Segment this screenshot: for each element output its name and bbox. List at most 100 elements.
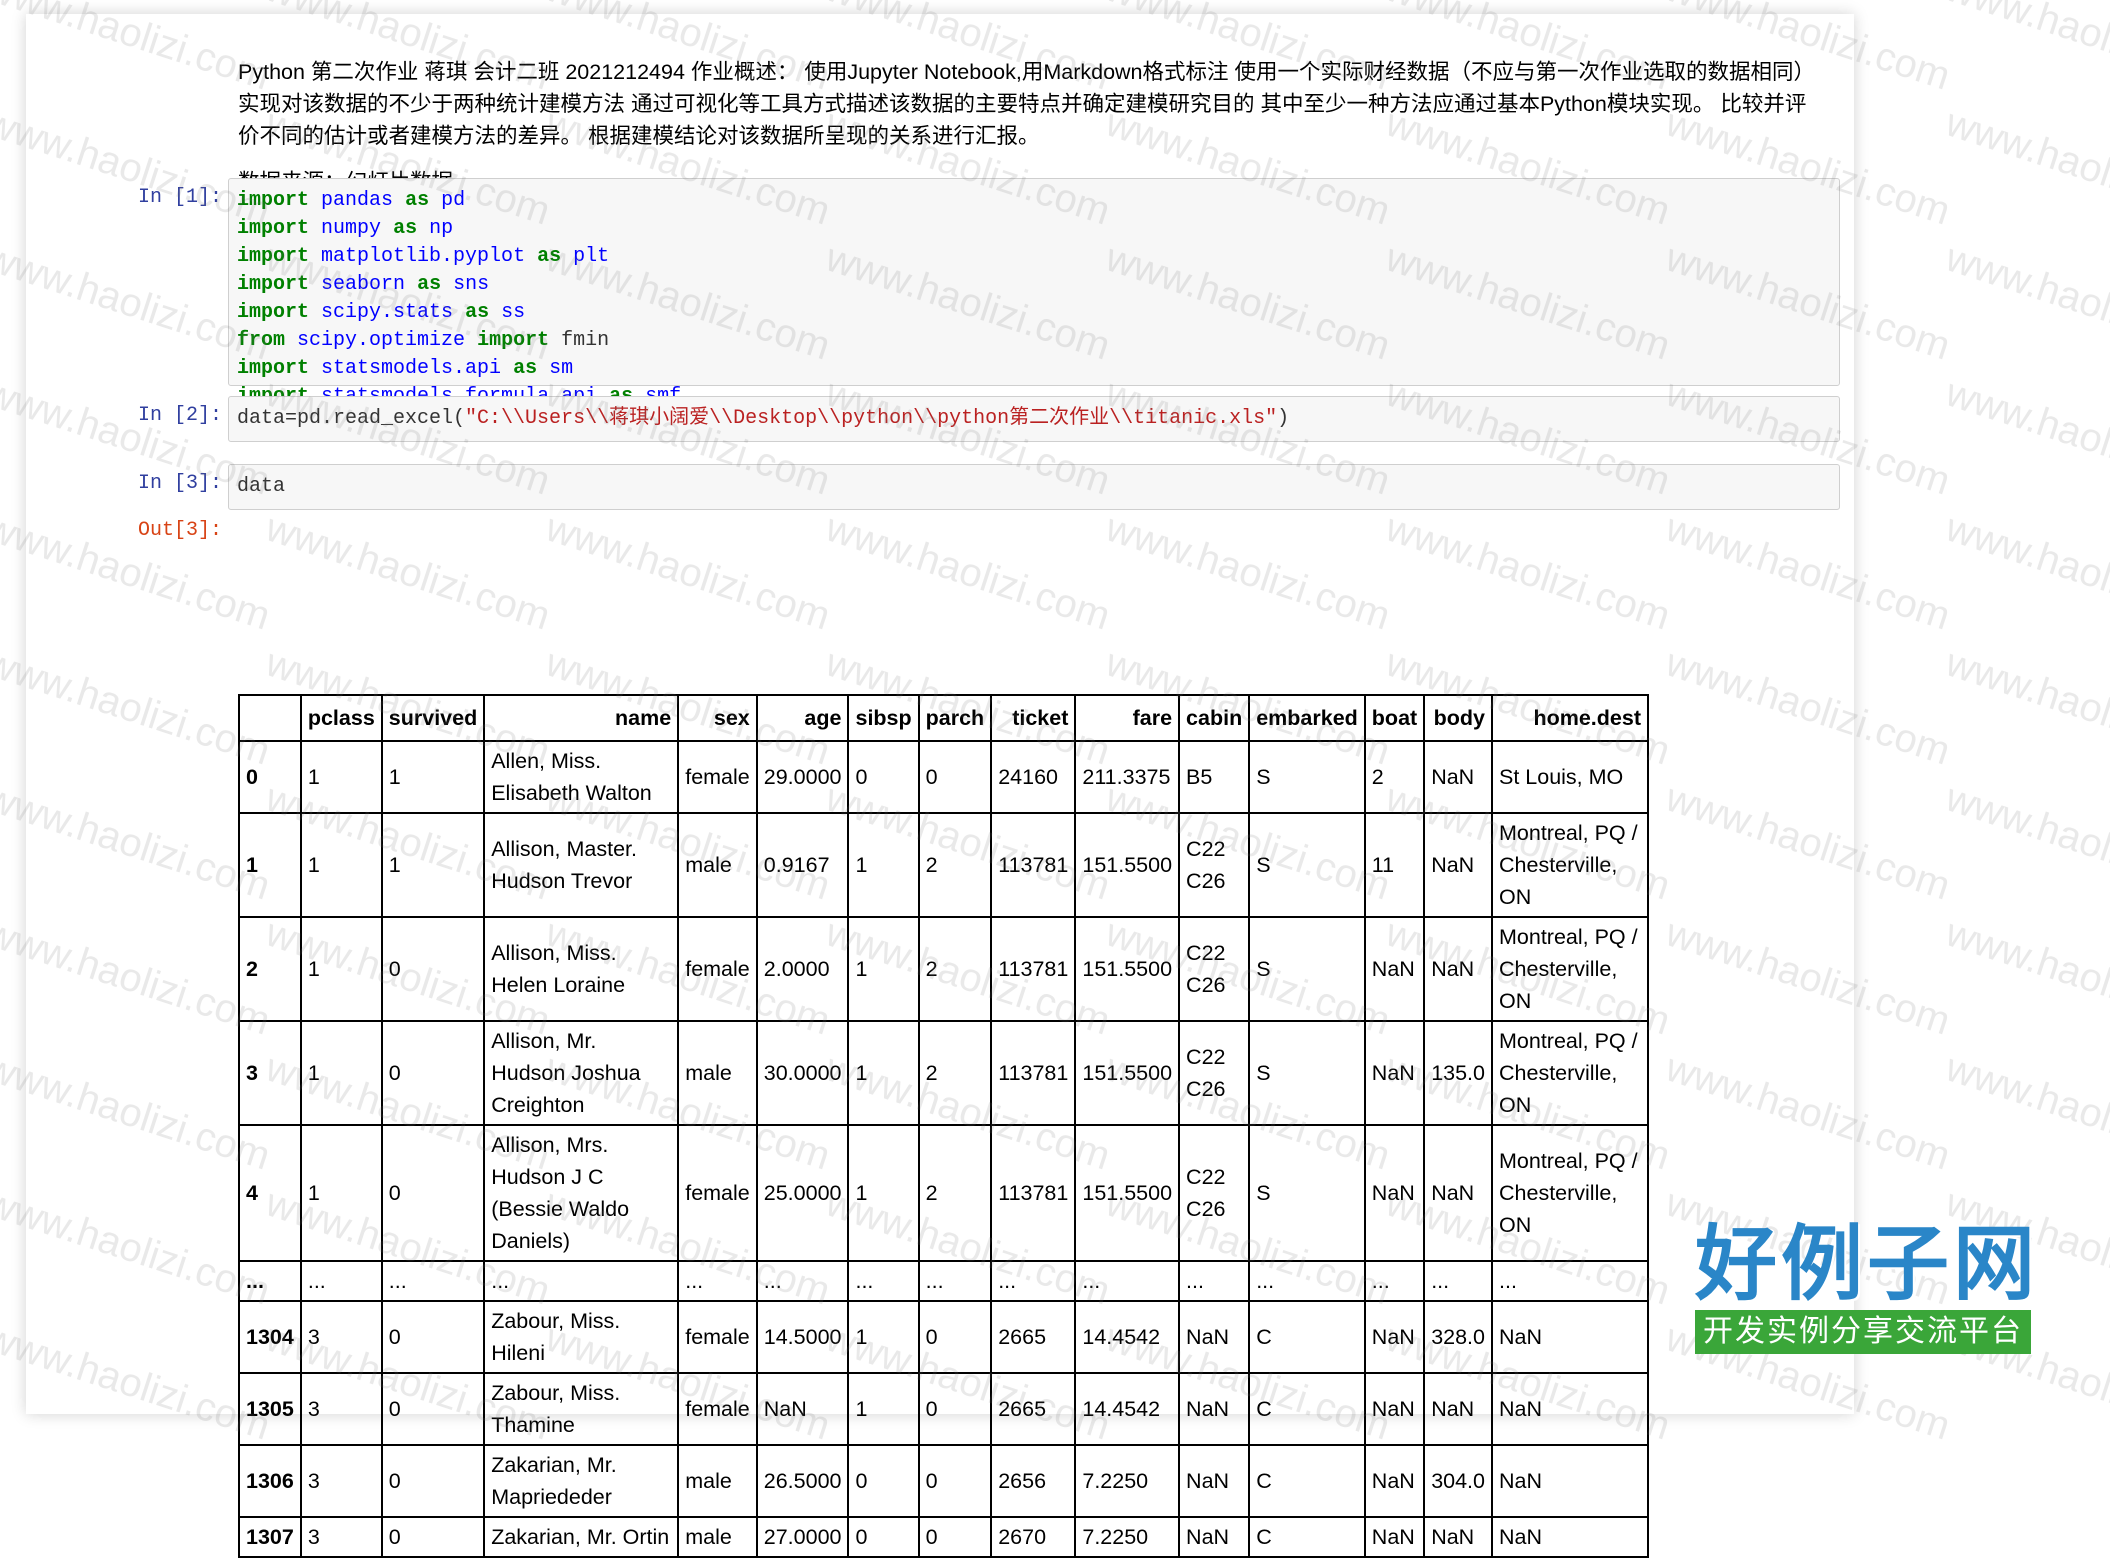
- table-cell: ...: [1423, 1260, 1493, 1302]
- keyword: import: [237, 273, 310, 296]
- table-cell: NaN: [1363, 1300, 1426, 1374]
- table-cell: 0: [380, 1124, 486, 1262]
- table-cell: S: [1248, 740, 1366, 814]
- table-cell: 14.4542: [1074, 1372, 1181, 1446]
- site-logo: 好例子网 开发实例分享交流平台: [1695, 1220, 2045, 1360]
- module-name: seaborn: [321, 273, 406, 296]
- column-header: age: [755, 694, 850, 742]
- watermark-text: www.haolizi.com: [1940, 235, 2110, 369]
- table-cell: 25.0000: [755, 1124, 850, 1262]
- table-cell: 328.0: [1423, 1300, 1493, 1374]
- table-cell: C22 C26: [1178, 1020, 1251, 1126]
- keyword: as: [393, 217, 418, 240]
- keyword: as: [405, 189, 430, 212]
- table-cell: 113781: [990, 1020, 1077, 1126]
- keyword: import: [237, 189, 310, 212]
- watermark-text: www.haolizi.com: [1940, 505, 2110, 639]
- module-name: pandas: [321, 189, 394, 212]
- module-name: scipy.stats: [321, 301, 454, 324]
- watermark-text: www.haolizi.com: [1940, 775, 2110, 909]
- keyword: import: [237, 301, 310, 324]
- table-cell: Zabour, Miss. Hileni: [483, 1300, 680, 1374]
- table-cell: Montreal, PQ / Chesterville, ON: [1491, 1124, 1649, 1262]
- table-cell: NaN: [1423, 1372, 1493, 1446]
- table-cell: 0: [917, 740, 993, 814]
- keyword: import: [237, 245, 310, 268]
- table-cell: female: [677, 740, 758, 814]
- table-cell: 30.0000: [755, 1020, 850, 1126]
- table-cell: 0: [380, 1444, 486, 1518]
- table-cell: 2: [917, 812, 993, 918]
- table-cell: ...: [847, 1260, 920, 1302]
- table-cell: 113781: [990, 812, 1077, 918]
- watermark-text: www.haolizi.com: [1940, 100, 2110, 234]
- table-cell: 2: [917, 1124, 993, 1262]
- table-cell: Allison, Mrs. Hudson J C (Bessie Waldo D…: [483, 1124, 680, 1262]
- code-cell-1[interactable]: import pandas as pd import numpy as np imp…: [228, 178, 1840, 436]
- table-cell: St Louis, MO: [1491, 740, 1649, 814]
- table-cell: 0: [917, 1300, 993, 1374]
- alias-name: np: [429, 217, 454, 240]
- table-cell: 0: [380, 1372, 486, 1446]
- table-cell: 151.5500: [1074, 812, 1181, 918]
- code-line: from scipy.optimize import fmin: [237, 327, 1831, 355]
- table-cell: 2.0000: [755, 916, 850, 1022]
- table-header-row: pclass survived name sex age sibsp parch ticket…: [238, 694, 1649, 742]
- alias-name: sns: [453, 273, 490, 296]
- keyword: as: [417, 273, 442, 296]
- table-cell: 113781: [990, 1124, 1077, 1262]
- imported-names: fmin: [561, 329, 610, 352]
- table-cell: ...: [1491, 1260, 1649, 1302]
- table-row: ........................................…: [238, 1260, 1649, 1302]
- module-name: numpy: [321, 217, 382, 240]
- column-header: ticket: [990, 694, 1077, 742]
- table-cell: 1: [847, 916, 920, 1022]
- table-cell: 26.5000: [755, 1444, 850, 1518]
- code-file-path: "C:\\Users\\蒋琪小阔爱\\Desktop\\python\\pyth…: [465, 407, 1278, 430]
- code-line: import seaborn as sns: [237, 271, 1831, 299]
- table-cell: 2665: [990, 1300, 1077, 1374]
- table-cell: 0: [917, 1516, 993, 1558]
- table-cell: 0: [917, 1372, 993, 1446]
- code-read-excel: data=pd.read_excel(: [237, 407, 466, 430]
- table-cell: 1: [847, 1020, 920, 1126]
- code-cell-3[interactable]: data: [228, 464, 1840, 510]
- table-cell: male: [677, 1516, 758, 1558]
- table-cell: NaN: [1363, 1124, 1426, 1262]
- table-cell: 0: [847, 1516, 920, 1558]
- table-cell: ...: [483, 1260, 680, 1302]
- watermark-text: www.haolizi.com: [1940, 0, 2110, 99]
- table-cell: 0: [847, 1444, 920, 1518]
- table-cell: NaN: [1491, 1516, 1649, 1558]
- table-cell: 24160: [990, 740, 1077, 814]
- table-cell: NaN: [1363, 1444, 1426, 1518]
- table-cell: ...: [299, 1260, 383, 1302]
- table-cell: 14.5000: [755, 1300, 850, 1374]
- table-cell: 3: [299, 1516, 383, 1558]
- table-cell: 151.5500: [1074, 1020, 1181, 1126]
- keyword: as: [465, 301, 490, 324]
- table-cell: NaN: [1363, 916, 1426, 1022]
- table-cell: NaN: [1363, 1516, 1426, 1558]
- watermark-text: www.haolizi.com: [1940, 910, 2110, 1044]
- table-cell: 1: [299, 812, 383, 918]
- table-row: 1304 3 0 Zabour, Miss. Hileni female 14.5000 1…: [238, 1300, 1649, 1374]
- table-cell: 3: [299, 1300, 383, 1374]
- alias-name: plt: [573, 245, 610, 268]
- column-header: pclass: [299, 694, 383, 742]
- alias-name: pd: [441, 189, 466, 212]
- code-cell-2[interactable]: data=pd.read_excel("C:\\Users\\蒋琪小阔爱\\De…: [228, 396, 1840, 442]
- table-cell: 1: [299, 740, 383, 814]
- table-cell: ...: [755, 1260, 850, 1302]
- table-cell: ...: [917, 1260, 993, 1302]
- table-cell: S: [1248, 1124, 1366, 1262]
- table-cell: 0: [847, 740, 920, 814]
- cell-3-prompt: In [3]:: [137, 472, 222, 495]
- alias-name: ss: [501, 301, 526, 324]
- table-cell: female: [677, 1372, 758, 1446]
- watermark-text: www.haolizi.com: [1940, 370, 2110, 504]
- table-cell: male: [677, 812, 758, 918]
- table-cell: 1: [847, 812, 920, 918]
- table-cell: NaN: [1178, 1516, 1251, 1558]
- table-cell: 2656: [990, 1444, 1077, 1518]
